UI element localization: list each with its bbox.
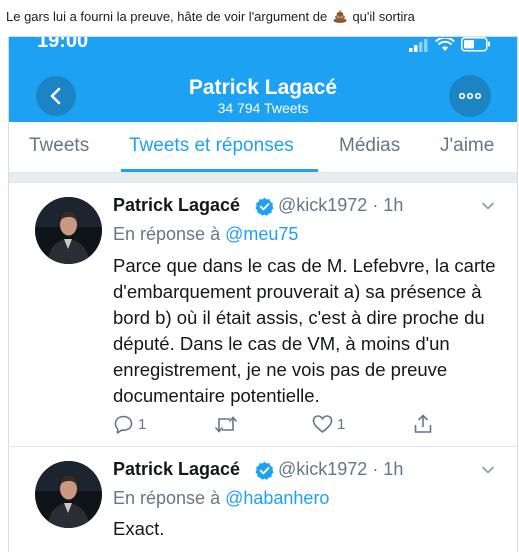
tab-jaime[interactable]: J'aime [440,135,494,157]
divider [9,182,517,183]
battery-icon [461,37,490,52]
status-time: 19:00 [37,36,89,52]
share-action[interactable] [413,413,433,434]
section-separator [9,173,517,182]
reply-context: En réponse à @habanhero [113,488,329,509]
more-dots-icon [459,93,481,99]
status-icons [409,37,491,52]
tweet-count: 34 794 Tweets [217,100,309,116]
share-icon [414,414,432,433]
reply-prefix: En réponse à [113,224,221,244]
reply-context: En réponse à @meu75 [113,224,298,245]
like-action[interactable]: 1 [312,414,345,434]
retweet-action[interactable] [214,414,238,435]
tweet-text: Exact. [113,518,165,539]
reply-action[interactable]: 1 [113,414,146,435]
reply-to-link[interactable]: @meu75 [225,224,298,244]
pile-of-poo-icon [333,10,347,23]
reply-to-link[interactable]: @habanhero [225,488,329,508]
avatar[interactable] [35,197,102,264]
verified-badge-icon [255,461,274,480]
avatar-photo [35,197,102,264]
heart-icon [312,415,333,433]
verified-badge-icon [255,197,274,216]
author-handle-time: @kick1972 · 1h [278,195,404,215]
avatar[interactable] [35,461,102,528]
reply-icon [114,415,133,434]
chevron-down-icon[interactable] [481,199,495,213]
chevron-down-icon[interactable] [481,463,495,477]
wifi-icon [435,38,455,51]
reply-prefix: En réponse à [113,488,221,508]
active-tab-indicator [121,169,318,172]
author-handle-time: @kick1972 · 1h [278,459,404,479]
tab-tweets[interactable]: Tweets [29,135,89,157]
more-button[interactable] [449,75,491,117]
phone-screenshot: 19:00 Patrick Lagacé 34 794 Tweets Tweet… [8,36,518,552]
retweet-icon [214,416,238,433]
author-name[interactable]: Patrick Lagacé [113,195,240,216]
profile-tabs: Tweets Tweets et réponses Médias J'aime [9,122,517,173]
tab-tweets-et-reponses[interactable]: Tweets et réponses [129,135,294,157]
reply-count: 1 [138,416,147,433]
tweet-text: Parce que dans le cas de M. Lefebvre, la… [113,255,496,406]
profile-header: 19:00 Patrick Lagacé 34 794 Tweets [9,37,517,122]
tab-medias[interactable]: Médias [339,135,400,157]
caption-text-start: Le gars lui a fourni la preuve, hâte de … [6,9,328,24]
caption-text-end: qu'il sortira [352,9,415,24]
signal-icon [409,39,428,52]
post-caption: Le gars lui a fourni la preuve, hâte de … [6,9,415,24]
profile-name-title: Patrick Lagacé [188,76,338,99]
avatar-photo [35,461,102,528]
divider [9,446,517,447]
author-name[interactable]: Patrick Lagacé [113,459,240,480]
like-count: 1 [337,415,346,433]
